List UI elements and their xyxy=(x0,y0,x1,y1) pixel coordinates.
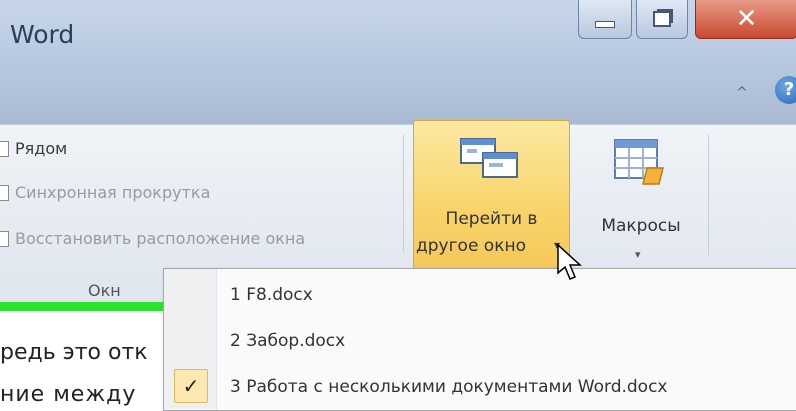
document-text-line: ние между xyxy=(0,382,137,407)
mouse-pointer-icon xyxy=(557,243,582,280)
document-text-line: редь это отк xyxy=(0,340,148,365)
side-by-side-button[interactable]: Рядом xyxy=(0,139,67,158)
switch-windows-icon xyxy=(460,138,518,178)
window-list-menu: 1 F8.docx 2 Забор.docx ✓ 3 Работа с неск… xyxy=(163,268,796,411)
macros-button[interactable]: Макросы ▾ xyxy=(585,130,697,270)
menu-item-f8[interactable]: 1 F8.docx xyxy=(230,285,313,305)
reset-position-icon xyxy=(0,230,9,247)
group-separator xyxy=(708,135,709,255)
close-icon: ✕ xyxy=(735,4,758,34)
minimize-icon xyxy=(595,20,615,28)
checkmark-icon: ✓ xyxy=(174,369,208,403)
sync-scroll-label: Синхронная прокрутка xyxy=(15,183,211,202)
menu-item-zabor[interactable]: 2 Забор.docx xyxy=(230,331,345,351)
macros-label: Макросы xyxy=(601,216,681,236)
minimize-button[interactable] xyxy=(578,0,632,39)
side-by-side-label: Рядом xyxy=(15,139,68,158)
window-group-label: Окн xyxy=(88,281,121,300)
window-title: Word xyxy=(10,20,75,49)
reset-window-position-button[interactable]: Восстановить расположение окна xyxy=(0,229,305,248)
close-button[interactable]: ✕ xyxy=(695,0,796,39)
title-bar: Word ✕ ^ ? xyxy=(0,0,796,124)
switch-windows-button[interactable]: Перейти в другое окно ▾ xyxy=(413,120,570,270)
reset-position-label: Восстановить расположение окна xyxy=(15,229,306,248)
macros-icon xyxy=(614,139,664,185)
switch-windows-label-2: другое окно xyxy=(416,236,526,256)
help-icon[interactable]: ? xyxy=(775,76,796,104)
maximize-button[interactable] xyxy=(636,0,688,39)
sync-scroll-icon xyxy=(0,184,9,201)
restore-icon xyxy=(653,11,671,27)
group-separator xyxy=(403,135,404,253)
side-by-side-icon xyxy=(0,140,9,157)
menu-item-work-with-documents[interactable]: 3 Работа с несколькими документами Word.… xyxy=(230,377,668,397)
dropdown-arrow-icon: ▾ xyxy=(635,248,641,261)
switch-windows-label-1: Перейти в xyxy=(445,209,538,229)
collapse-ribbon-icon[interactable]: ^ xyxy=(736,85,748,101)
sync-scroll-button[interactable]: Синхронная прокрутка xyxy=(0,183,210,202)
